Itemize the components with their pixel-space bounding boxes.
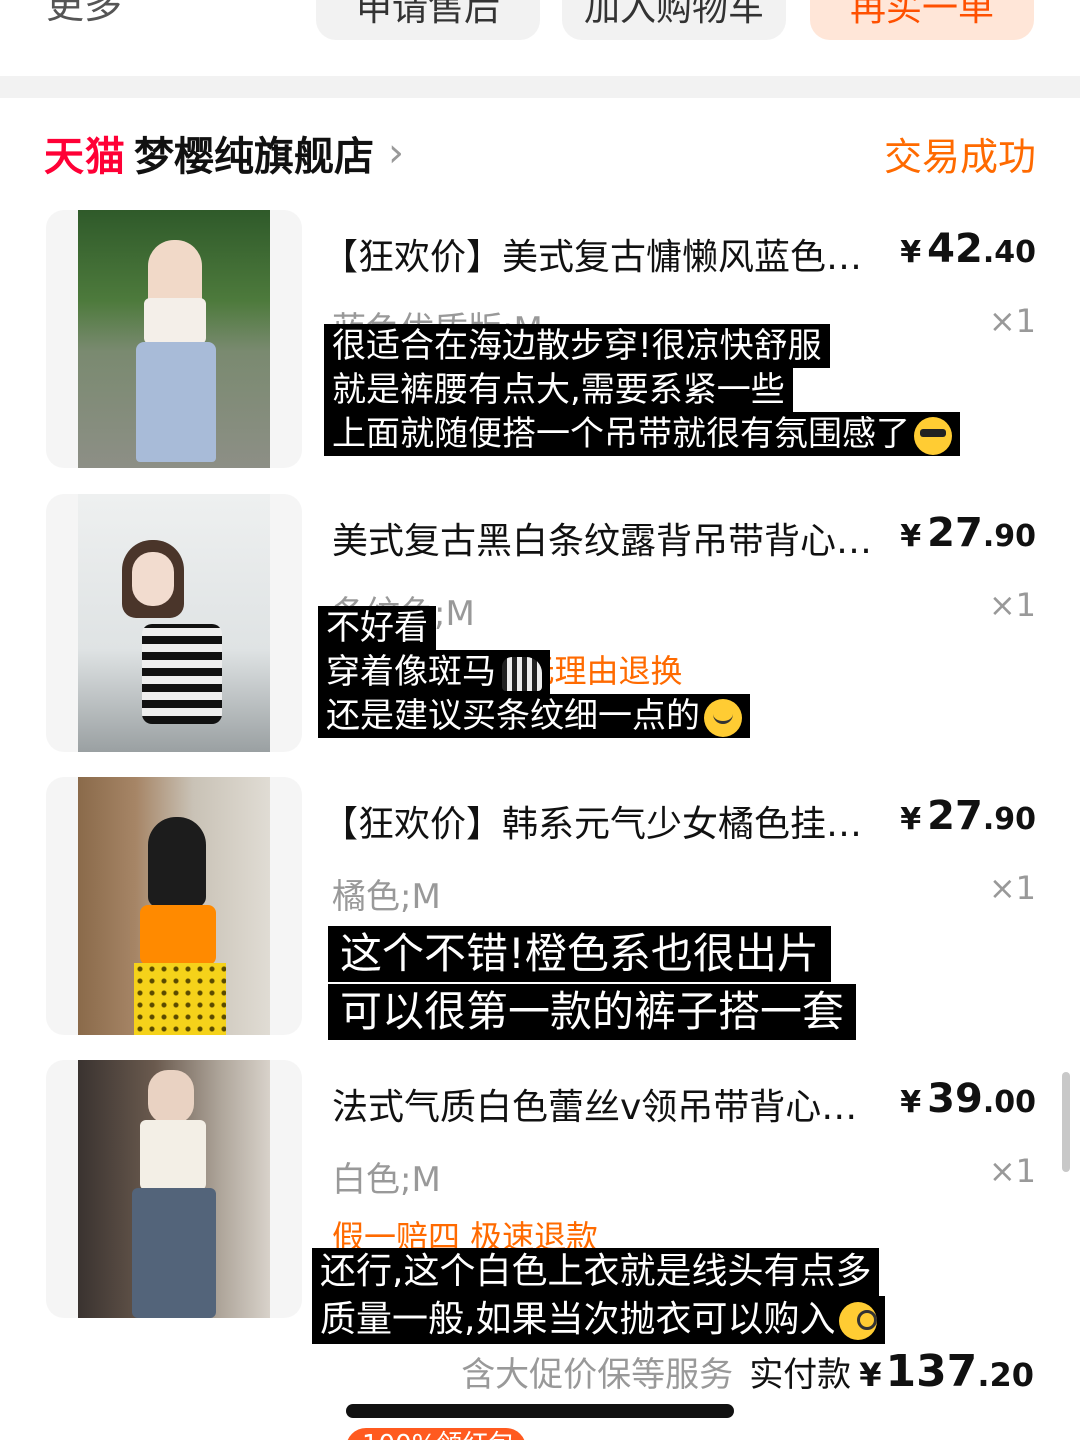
item-sku: 橘色;M [332, 877, 441, 917]
caption-line: 这个不错!橙色系也很出片 [328, 926, 831, 982]
home-indicator[interactable] [346, 1404, 734, 1418]
product-photo [78, 1060, 270, 1318]
product-photo [78, 494, 270, 752]
product-thumbnail[interactable] [46, 1060, 302, 1318]
item-sku: 白色;M [332, 1160, 441, 1200]
item-quantity: ×1 [988, 869, 1036, 907]
product-photo [78, 777, 270, 1035]
after-sale-button[interactable]: 申请售后 [316, 0, 540, 40]
model-pants [136, 342, 216, 462]
model-top [144, 298, 206, 344]
caption-line: 可以很第一款的裤子搭一套 [328, 984, 857, 1040]
caption-line: 很适合在海边散步穿!很凉快舒服 [324, 324, 830, 368]
item-price: ¥27.90 [900, 510, 1036, 556]
monocle-emoji-icon [839, 1302, 878, 1340]
paid-label: 实付款 [749, 1355, 852, 1395]
item-price: ¥27.90 [900, 793, 1036, 839]
product-thumbnail[interactable] [46, 777, 302, 1035]
model-skirt [134, 963, 226, 1035]
item-price: ¥39.00 [900, 1076, 1036, 1122]
product-thumbnail[interactable] [46, 210, 302, 468]
more-button[interactable]: 更多 [46, 0, 122, 29]
item-quantity: ×1 [988, 586, 1036, 624]
model-top [140, 1120, 206, 1190]
item-quantity: ×1 [988, 302, 1036, 340]
buy-again-button[interactable]: 再买一单 [810, 0, 1034, 40]
shop-header[interactable]: 天猫 梦樱纯旗舰店 › 交易成功 [44, 120, 1036, 186]
product-thumbnail[interactable] [46, 494, 302, 752]
caption-line: 不好看 [318, 606, 436, 650]
caption-line: 穿着像斑马 [318, 650, 550, 694]
order-status: 交易成功 [883, 135, 1036, 179]
caption-line: 就是裤腰有点大,需要系紧一些 [324, 368, 793, 412]
sweat-smile-emoji-icon [704, 698, 742, 737]
chevron-right-icon: › [388, 130, 404, 176]
order-total: 含大促价保等服务 实付款 ¥137.20 [461, 1346, 1034, 1397]
caption-line: 还行,这个白色上衣就是线头有点多 [312, 1248, 880, 1296]
model-face [132, 552, 174, 606]
zebra-emoji-icon [502, 656, 542, 691]
order-action-bar: 更多 申请售后 加入购物车 再买一单 [0, 0, 1080, 76]
item-title[interactable]: 【狂欢价】美式复古慵懒风蓝色高… [322, 228, 892, 280]
add-to-cart-button[interactable]: 加入购物车 [562, 0, 786, 40]
service-note[interactable]: 含大促价保等服务 [461, 1347, 733, 1396]
item-price: ¥42.40 [900, 226, 1036, 272]
model-face [148, 1070, 194, 1124]
model-top [140, 905, 216, 965]
scrollbar[interactable] [1062, 1072, 1070, 1172]
item-quantity: ×1 [988, 1152, 1036, 1190]
model-top [142, 624, 222, 724]
sunglasses-emoji-icon [914, 416, 952, 455]
caption-line: 质量一般,如果当次抛衣可以购入 [312, 1296, 886, 1344]
shop-name[interactable]: 梦樱纯旗舰店 [134, 124, 374, 182]
caption-line: 上面就随便搭一个吊带就很有氛围感了 [324, 412, 960, 456]
model-hair [148, 817, 206, 907]
red-packet-promo-chip[interactable]: 100%领红包 [346, 1428, 526, 1440]
product-photo [78, 210, 270, 468]
item-title[interactable]: 法式气质白色蕾丝v领吊带背心… [332, 1078, 902, 1130]
item-title[interactable]: 美式复古黑白条纹露背吊带背心… [332, 512, 902, 564]
paid-amount: ¥137.20 [859, 1346, 1034, 1397]
caption-line: 还是建议买条纹细一点的 [318, 694, 750, 738]
tmall-logo: 天猫 [44, 134, 126, 180]
section-divider [0, 76, 1080, 98]
item-title[interactable]: 【狂欢价】韩系元气少女橘色挂脖… [322, 795, 892, 847]
model-jeans [132, 1188, 216, 1318]
